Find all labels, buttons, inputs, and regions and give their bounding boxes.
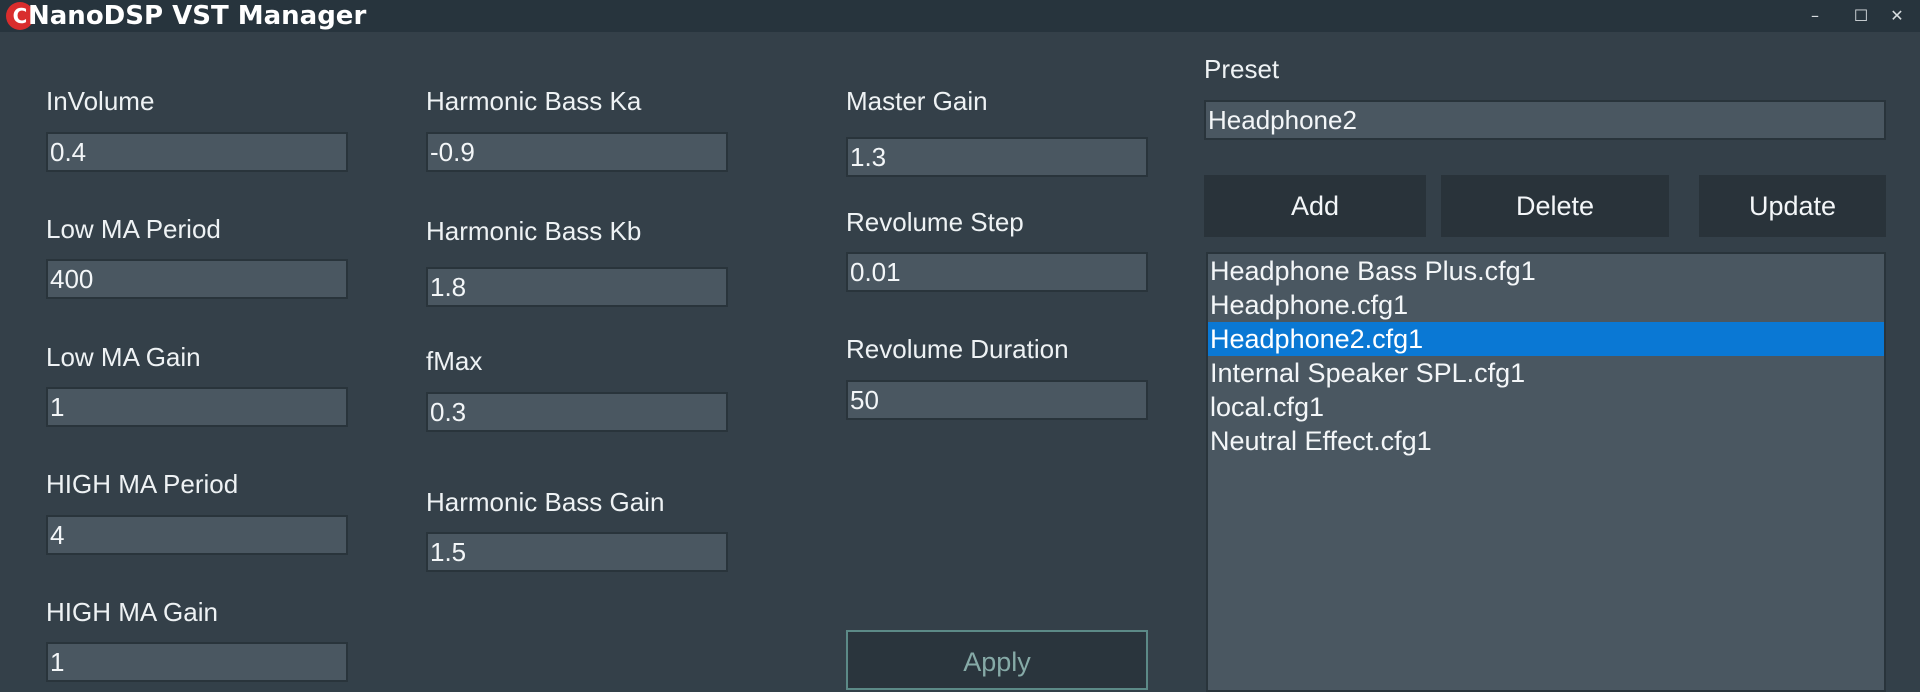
harmonic-bass-gain-label: Harmonic Bass Gain bbox=[426, 487, 665, 517]
preset-list-item[interactable]: Headphone Bass Plus.cfg1 bbox=[1208, 254, 1884, 288]
harmonic-bass-gain-field[interactable]: 1.5 bbox=[426, 532, 728, 572]
window-title: NanoDSP VST Manager bbox=[28, 1, 367, 31]
add-button[interactable]: Add bbox=[1204, 175, 1426, 237]
preset-list-item[interactable]: Headphone2.cfg1 bbox=[1208, 322, 1884, 356]
involume-label: InVolume bbox=[46, 86, 155, 116]
preset-label: Preset bbox=[1204, 54, 1280, 84]
master-gain-label: Master Gain bbox=[846, 86, 988, 116]
update-button[interactable]: Update bbox=[1699, 175, 1886, 237]
low-ma-period-label: Low MA Period bbox=[46, 214, 221, 244]
preset-list-item[interactable]: Internal Speaker SPL.cfg1 bbox=[1208, 356, 1884, 390]
harmonic-bass-ka-field[interactable]: -0.9 bbox=[426, 132, 728, 172]
master-gain-field[interactable]: 1.3 bbox=[846, 137, 1148, 177]
involume-field[interactable]: 0.4 bbox=[46, 132, 348, 172]
fmax-field[interactable]: 0.3 bbox=[426, 392, 728, 432]
preset-list-item[interactable]: Headphone.cfg1 bbox=[1208, 288, 1884, 322]
revolume-step-label: Revolume Step bbox=[846, 207, 1024, 237]
low-ma-gain-field[interactable]: 1 bbox=[46, 387, 348, 427]
harmonic-bass-kb-label: Harmonic Bass Kb bbox=[426, 216, 642, 246]
fmax-label: fMax bbox=[426, 346, 483, 376]
high-ma-gain-label: HIGH MA Gain bbox=[46, 597, 218, 627]
preset-list[interactable]: Headphone Bass Plus.cfg1 Headphone.cfg1 He… bbox=[1206, 252, 1886, 692]
preset-list-item[interactable]: Neutral Effect.cfg1 bbox=[1208, 424, 1884, 458]
apply-button[interactable]: Apply bbox=[846, 630, 1148, 690]
close-icon[interactable]: ✕ bbox=[1874, 0, 1920, 32]
delete-button[interactable]: Delete bbox=[1441, 175, 1669, 237]
low-ma-period-field[interactable]: 400 bbox=[46, 259, 348, 299]
minimize-icon[interactable]: – bbox=[1792, 0, 1838, 32]
preset-list-item[interactable]: local.cfg1 bbox=[1208, 390, 1884, 424]
revolume-step-field[interactable]: 0.01 bbox=[846, 252, 1148, 292]
preset-name-field[interactable]: Headphone2 bbox=[1204, 100, 1886, 140]
high-ma-period-label: HIGH MA Period bbox=[46, 469, 239, 499]
high-ma-gain-field[interactable]: 1 bbox=[46, 642, 348, 682]
high-ma-period-field[interactable]: 4 bbox=[46, 515, 348, 555]
harmonic-bass-ka-label: Harmonic Bass Ka bbox=[426, 86, 642, 116]
harmonic-bass-kb-field[interactable]: 1.8 bbox=[426, 267, 728, 307]
revolume-duration-field[interactable]: 50 bbox=[846, 380, 1148, 420]
low-ma-gain-label: Low MA Gain bbox=[46, 342, 201, 372]
revolume-duration-label: Revolume Duration bbox=[846, 334, 1069, 364]
title-bar: C NanoDSP VST Manager – ☐ ✕ bbox=[0, 0, 1920, 32]
